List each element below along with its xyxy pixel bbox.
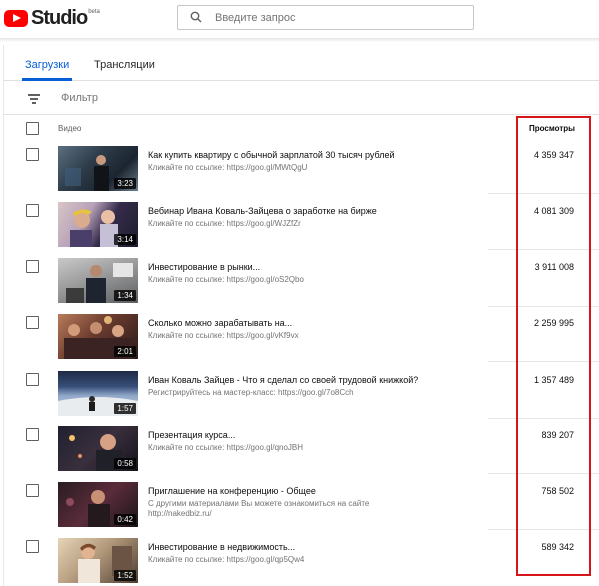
video-title[interactable]: Сколько можно зарабатывать на...: [148, 318, 292, 328]
video-duration: 0:58: [114, 458, 136, 469]
video-title[interactable]: Презентация курса...: [148, 430, 235, 440]
select-all-checkbox[interactable]: [26, 122, 39, 135]
row-checkbox[interactable]: [26, 204, 39, 217]
views-column-highlight: [516, 116, 591, 576]
video-title[interactable]: Приглашение на конференцию - Общее: [148, 486, 316, 496]
table-header: Видео Просмотры: [4, 116, 599, 146]
video-thumbnail[interactable]: 1:57: [58, 371, 138, 416]
youtube-icon: [4, 10, 28, 27]
row-checkbox[interactable]: [26, 373, 39, 386]
video-description: С другими материалами Вы можете ознакоми…: [148, 499, 370, 518]
video-duration: 1:52: [114, 570, 136, 581]
content-panel: Загрузки Трансляции Видео Просмотры 3:23: [3, 45, 599, 586]
row-checkbox[interactable]: [26, 484, 39, 497]
video-title[interactable]: Инвестирование в рынки...: [148, 262, 260, 272]
tab-bar: Загрузки Трансляции: [4, 45, 599, 81]
column-header-video[interactable]: Видео: [58, 124, 81, 133]
video-thumbnail[interactable]: 1:52: [58, 538, 138, 583]
video-title[interactable]: Иван Коваль Зайцев - Что я сделал со сво…: [148, 375, 418, 385]
row-checkbox[interactable]: [26, 148, 39, 161]
tab-live[interactable]: Трансляции: [94, 59, 155, 71]
studio-logo[interactable]: Studio beta: [4, 7, 100, 30]
logo-text: Studio: [31, 7, 88, 29]
video-description: Кликайте по ссылке: https://goo.gl/oS2Qb…: [148, 275, 304, 284]
video-description: Регистрируйтесь на мастер-класс: https:/…: [148, 388, 354, 397]
filter-icon[interactable]: [28, 94, 40, 104]
search-box[interactable]: [177, 5, 474, 30]
active-tab-indicator: [22, 78, 72, 81]
filter-bar: [4, 82, 599, 115]
video-description: Кликайте по ссылке: https://goo.gl/vKf9v…: [148, 331, 299, 340]
video-duration: 1:34: [114, 290, 136, 301]
video-thumbnail[interactable]: 3:14: [58, 202, 138, 247]
video-duration: 3:14: [114, 234, 136, 245]
video-title[interactable]: Инвестирование в недвижимость...: [148, 542, 295, 552]
video-description: Кликайте по ссылке: https://goo.gl/WJZfZ…: [148, 219, 301, 228]
video-duration: 1:57: [114, 403, 136, 414]
video-thumbnail[interactable]: 1:34: [58, 258, 138, 303]
video-title[interactable]: Вебинар Ивана Коваль-Зайцева о заработке…: [148, 206, 377, 216]
row-checkbox[interactable]: [26, 540, 39, 553]
video-thumbnail[interactable]: 0:58: [58, 426, 138, 471]
search-input[interactable]: [215, 10, 455, 26]
filter-input[interactable]: [61, 92, 261, 104]
video-duration: 3:23: [114, 178, 136, 189]
tab-uploads[interactable]: Загрузки: [25, 59, 69, 71]
header-divider: [0, 38, 599, 42]
video-duration: 2:01: [114, 346, 136, 357]
video-title[interactable]: Как купить квартиру с обычной зарплатой …: [148, 150, 395, 160]
search-icon[interactable]: [190, 11, 202, 23]
video-description: Кликайте по ссылке: https://goo.gl/qnoJB…: [148, 443, 304, 452]
row-checkbox[interactable]: [26, 428, 39, 441]
video-description: Кликайте по ссылке: https://goo.gl/MWtQg…: [148, 163, 308, 172]
video-duration: 0:42: [114, 514, 136, 525]
video-thumbnail[interactable]: 3:23: [58, 146, 138, 191]
video-description: Кликайте по ссылке: https://goo.gl/qp5Qw…: [148, 555, 305, 564]
top-bar: Studio beta: [0, 0, 599, 38]
row-checkbox[interactable]: [26, 260, 39, 273]
logo-beta-badge: beta: [88, 8, 100, 15]
video-thumbnail[interactable]: 2:01: [58, 314, 138, 359]
video-thumbnail[interactable]: 0:42: [58, 482, 138, 527]
row-checkbox[interactable]: [26, 316, 39, 329]
